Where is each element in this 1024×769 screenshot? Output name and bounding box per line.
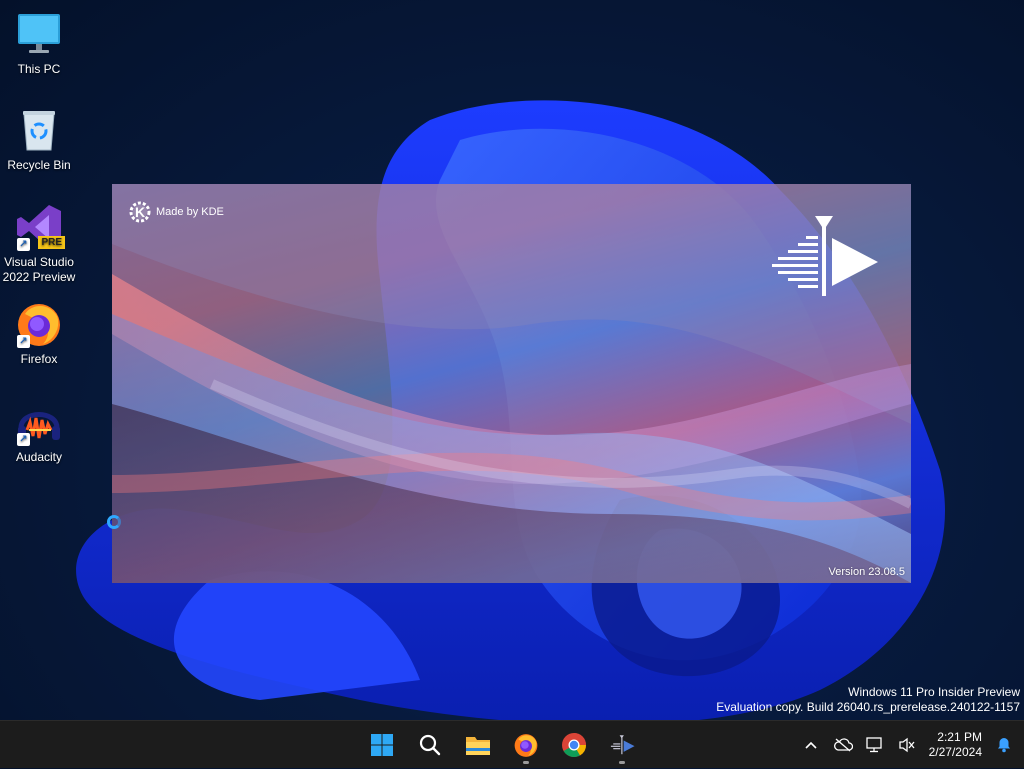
start-button[interactable] (362, 725, 402, 765)
search-icon (419, 734, 441, 756)
kdenlive-icon (610, 735, 635, 755)
desktop-icon-label: Firefox (20, 352, 58, 366)
taskbar: 2:21 PM 2/27/2024 (0, 720, 1024, 768)
chrome-icon (562, 733, 586, 758)
search-button[interactable] (410, 725, 450, 765)
made-by-label: Made by KDE (156, 206, 224, 218)
preview-badge: PRE (38, 236, 65, 249)
firefox-icon: ↗ (15, 300, 63, 348)
firefox-taskbar-button[interactable] (506, 725, 546, 765)
firefox-icon (514, 734, 538, 757)
desktop-icon-label: 2022 Preview (2, 270, 76, 284)
desktop-icon-label: Recycle Bin (7, 158, 71, 172)
system-tray: 2:21 PM 2/27/2024 (795, 721, 1024, 769)
shortcut-arrow-icon: ↗ (17, 335, 30, 348)
taskbar-apps (362, 721, 642, 769)
running-indicator (523, 761, 529, 764)
watermark-edition: Windows 11 Pro Insider Preview (848, 685, 1020, 699)
svg-text:K: K (135, 204, 145, 220)
desktop-icon-audacity[interactable]: ↗ Audacity (2, 398, 76, 465)
chevron-up-icon (805, 741, 817, 749)
chrome-taskbar-button[interactable] (554, 725, 594, 765)
desktop-icon-label: Visual Studio (4, 255, 74, 269)
version-label: Version 23.08.5 (828, 566, 905, 578)
cloud-offline-icon (833, 738, 853, 752)
windows-logo-icon (371, 734, 393, 756)
network-icon (865, 737, 882, 753)
kdenlive-taskbar-button[interactable] (602, 725, 642, 765)
onedrive-tray-icon[interactable] (827, 725, 859, 765)
notifications-button[interactable] (990, 725, 1018, 765)
clock[interactable]: 2:21 PM 2/27/2024 (923, 730, 990, 760)
visual-studio-icon: PRE ↗ (15, 203, 65, 251)
folder-icon (466, 737, 490, 755)
show-hidden-icons-button[interactable] (795, 725, 827, 765)
network-tray-icon[interactable] (859, 725, 891, 765)
shortcut-arrow-icon: ↗ (17, 433, 30, 446)
windows-watermark: Windows 11 Pro Insider Preview Evaluatio… (716, 685, 1020, 715)
kde-logo-icon: K (129, 201, 151, 223)
desktop-icon-firefox[interactable]: ↗ Firefox (2, 300, 76, 367)
volume-tray-icon[interactable] (891, 725, 923, 765)
bell-icon (998, 738, 1010, 753)
monitor-icon (15, 10, 63, 58)
shortcut-arrow-icon: ↗ (17, 238, 30, 251)
made-by-kde: K Made by KDE (128, 200, 224, 224)
clock-date: 2/27/2024 (928, 745, 982, 759)
desktop-icon-recycle-bin[interactable]: Recycle Bin (2, 106, 76, 173)
file-explorer-button[interactable] (458, 725, 498, 765)
watermark-build: Evaluation copy. Build 26040.rs_prerelea… (716, 700, 1020, 714)
desktop-icon-this-pc[interactable]: This PC (2, 10, 76, 77)
recycle-bin-icon (15, 106, 63, 154)
running-indicator (619, 761, 625, 764)
desktop-icon-label: This PC (17, 62, 61, 76)
audacity-icon: ↗ (15, 398, 63, 446)
kdenlive-logo-icon (772, 216, 878, 296)
volume-muted-icon (898, 737, 915, 753)
kdenlive-splash-screen: K Made by KDE Version 23.08.5 (112, 184, 911, 583)
clock-time: 2:21 PM (937, 730, 982, 744)
desktop-icon-visual-studio[interactable]: PRE ↗ Visual Studio 2022 Preview (2, 203, 76, 285)
busy-cursor-icon (107, 515, 121, 529)
desktop-icon-label: Audacity (15, 450, 63, 464)
